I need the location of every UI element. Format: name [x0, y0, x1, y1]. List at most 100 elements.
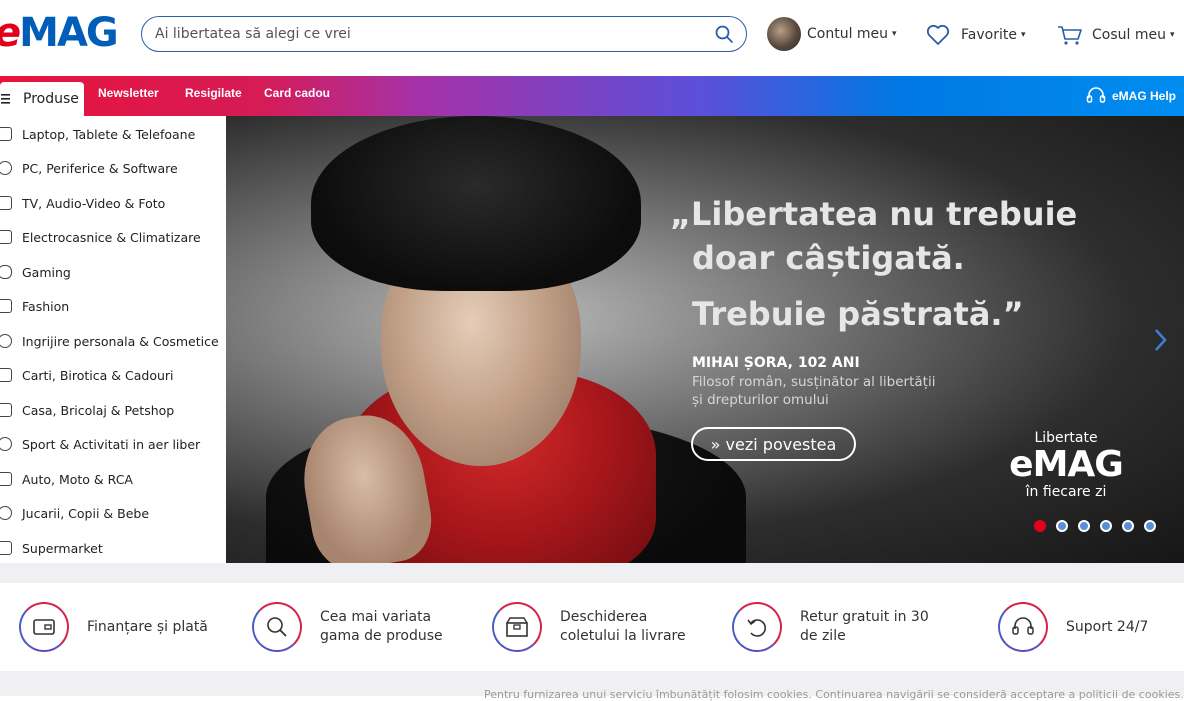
feature-text: Deschiderea coletului la livrare — [560, 608, 686, 646]
category-carti[interactable]: Carti, Birotica & Cadouri — [0, 358, 226, 392]
produse-label: Produse — [23, 91, 79, 107]
emag-logo[interactable]: eMAG — [0, 10, 119, 56]
category-auto[interactable]: Auto, Moto & RCA — [0, 462, 226, 496]
feature-retur[interactable]: Retur gratuit in 30 de zile — [732, 601, 929, 653]
feature-line: Deschiderea — [560, 609, 648, 625]
headset-icon — [998, 602, 1048, 652]
chevron-down-icon: ▾ — [1020, 30, 1026, 40]
quote-line-1: „Libertatea nu trebuie — [670, 195, 1078, 233]
help-label: eMAG Help — [1111, 89, 1176, 103]
category-label: Auto, Moto & RCA — [22, 471, 133, 487]
feature-line: gama de produse — [320, 628, 443, 644]
feature-line: coletului la livrare — [560, 628, 686, 644]
category-sport[interactable]: Sport & Activitati in aer liber — [0, 427, 226, 461]
washing-machine-icon — [0, 230, 12, 244]
brand-bottom: în fiecare zi — [1025, 484, 1107, 500]
ball-icon — [0, 437, 12, 451]
shirt-icon — [0, 299, 12, 313]
category-label: Ingrijire personala & Cosmetice — [22, 333, 219, 349]
toy-icon — [0, 506, 12, 520]
feature-text: Finanțare și plată — [87, 618, 208, 637]
category-casa[interactable]: Casa, Bricolaj & Petshop — [0, 393, 226, 427]
cookie-notice: Pentru furnizarea unui serviciu îmbunătă… — [484, 688, 1184, 701]
search-input[interactable] — [155, 24, 695, 44]
search-icon[interactable] — [714, 24, 734, 44]
headset-icon — [1086, 87, 1106, 103]
vezi-povestea-button[interactable]: » vezi povestea — [691, 427, 856, 461]
account-menu[interactable]: Contul meu ▾ — [767, 17, 897, 51]
camera-icon — [0, 196, 12, 210]
category-electrocasnice[interactable]: Electrocasnice & Climatizare — [0, 220, 226, 254]
carousel-dot[interactable] — [1122, 520, 1134, 532]
category-label: Gaming — [22, 264, 71, 280]
chevron-down-icon: ▾ — [1169, 30, 1175, 40]
return-icon — [732, 602, 782, 652]
feature-line: Cea mai variata — [320, 609, 432, 625]
feature-text: Retur gratuit in 30 de zile — [800, 608, 929, 646]
feature-gama[interactable]: Cea mai variata gama de produse — [252, 601, 443, 653]
brand-lockup: Libertate eMAG în fiecare zi — [995, 430, 1137, 500]
avatar — [767, 17, 801, 51]
phone-icon — [0, 127, 12, 141]
cosmetics-icon — [0, 334, 12, 348]
favorites-label: Favorite — [961, 27, 1017, 43]
favorites-menu[interactable]: Favorite ▾ — [926, 22, 1025, 48]
gamepad-icon — [0, 265, 12, 279]
feature-deschidere[interactable]: Deschiderea coletului la livrare — [492, 601, 686, 653]
nav-link-newsletter[interactable]: Newsletter — [98, 86, 159, 106]
feature-text: Suport 24/7 — [1066, 618, 1148, 637]
feature-finantare[interactable]: Finanțare și plată — [19, 601, 208, 653]
carousel-dot[interactable] — [1056, 520, 1068, 532]
quote-line-3: Trebuie păstrată.” — [692, 295, 1024, 333]
category-label: Fashion — [22, 298, 70, 314]
category-label: Supermarket — [22, 540, 103, 556]
logo-mag: MAG — [19, 10, 119, 56]
desc-line-2: și drepturilor omului — [692, 392, 829, 408]
cart-label: Cosul meu — [1092, 27, 1166, 43]
book-icon — [0, 368, 12, 382]
category-pc[interactable]: PC, Periferice & Software — [0, 151, 226, 185]
carousel-dot[interactable] — [1144, 520, 1156, 532]
feature-line: Retur gratuit in 30 — [800, 609, 929, 625]
nav-link-resigilate[interactable]: Resigilate — [185, 86, 242, 106]
category-fashion[interactable]: Fashion — [0, 289, 226, 323]
basket-icon — [0, 541, 12, 555]
category-supermarket[interactable]: Supermarket — [0, 531, 226, 565]
category-jucarii[interactable]: Jucarii, Copii & Bebe — [0, 496, 226, 530]
heart-icon — [926, 24, 950, 45]
nav-bar — [0, 76, 1184, 116]
category-gaming[interactable]: Gaming — [0, 255, 226, 289]
cart-menu[interactable]: Cosul meu ▾ — [1057, 22, 1175, 48]
category-label: TV, Audio-Video & Foto — [22, 195, 166, 211]
portrait-hat — [311, 116, 641, 291]
category-laptop[interactable]: Laptop, Tablete & Telefoane — [0, 117, 226, 151]
house-icon — [0, 403, 12, 417]
carousel-dot[interactable] — [1100, 520, 1112, 532]
category-label: Laptop, Tablete & Telefoane — [22, 126, 196, 142]
section-gap — [0, 563, 1184, 583]
category-cosmetice[interactable]: Ingrijire personala & Cosmetice — [0, 324, 226, 358]
chevron-down-icon: ▾ — [892, 29, 897, 39]
feature-suport[interactable]: Suport 24/7 — [998, 601, 1148, 653]
feature-text: Cea mai variata gama de produse — [320, 608, 443, 646]
category-label: Jucarii, Copii & Bebe — [22, 505, 150, 521]
feature-line: Suport 24/7 — [1066, 618, 1149, 635]
carousel-next-icon[interactable] — [1151, 326, 1171, 354]
nav-link-card-cadou[interactable]: Card cadou — [264, 86, 330, 106]
hero-quote: „Libertatea nu trebuie doar câștigată. T… — [670, 192, 1090, 336]
brand-logo: eMAG — [1009, 444, 1124, 485]
search-bar — [141, 16, 747, 52]
magnifier-icon — [252, 602, 302, 652]
logo-e: e — [0, 10, 21, 56]
category-label: PC, Periferice & Software — [22, 160, 178, 176]
produse-button[interactable]: Produse — [0, 82, 84, 116]
carousel-dot[interactable] — [1078, 520, 1090, 532]
category-tv[interactable]: TV, Audio-Video & Foto — [0, 186, 226, 220]
feature-line: Finanțare și plată — [87, 618, 208, 635]
emag-help-link[interactable]: eMAG Help — [1086, 86, 1176, 106]
category-label: Electrocasnice & Climatizare — [22, 229, 201, 245]
category-label: Casa, Bricolaj & Petshop — [22, 402, 175, 418]
wallet-icon — [19, 602, 69, 652]
category-sidebar: Laptop, Tablete & Telefoane PC, Periferi… — [0, 116, 226, 563]
carousel-dot[interactable] — [1034, 520, 1046, 532]
